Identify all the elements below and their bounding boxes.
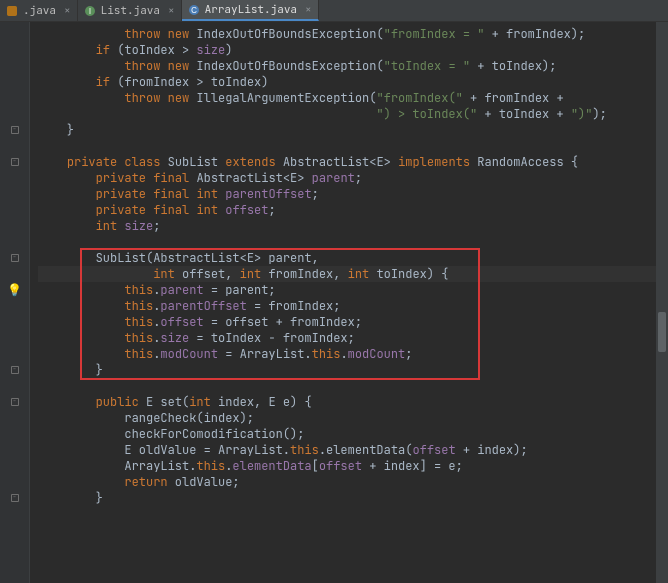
- gutter-line: -: [0, 490, 29, 506]
- code-line[interactable]: [38, 378, 668, 394]
- code-line[interactable]: private class SubList extends AbstractLi…: [38, 154, 668, 170]
- code-line[interactable]: private final int offset;: [38, 202, 668, 218]
- gutter-line: -: [0, 154, 29, 170]
- gutter: - - - 💡 - - -: [0, 22, 30, 583]
- intention-bulb-icon[interactable]: 💡: [7, 282, 22, 298]
- gutter-line: [0, 26, 29, 42]
- code-line[interactable]: E oldValue = ArrayList.this.elementData(…: [38, 442, 668, 458]
- fold-icon[interactable]: -: [11, 158, 19, 166]
- gutter-line: [0, 42, 29, 58]
- gutter-line: [0, 298, 29, 314]
- code-line[interactable]: if (fromIndex > toIndex): [38, 74, 668, 90]
- gutter-line: [0, 138, 29, 154]
- code-line[interactable]: ") > toIndex(" + toIndex + ")");: [38, 106, 668, 122]
- code-line[interactable]: int size;: [38, 218, 668, 234]
- gutter-line: -: [0, 362, 29, 378]
- scrollbar[interactable]: [656, 22, 668, 583]
- gutter-line: [0, 378, 29, 394]
- gutter-line: [0, 474, 29, 490]
- code-line[interactable]: this.modCount = ArrayList.this.modCount;: [38, 346, 668, 362]
- gutter-line: [0, 346, 29, 362]
- code-line[interactable]: }: [38, 122, 668, 138]
- code-line[interactable]: throw new IllegalArgumentException("from…: [38, 90, 668, 106]
- gutter-line: [0, 90, 29, 106]
- gutter-line: [0, 410, 29, 426]
- interface-icon: I: [84, 5, 96, 17]
- class-icon: C: [188, 4, 200, 16]
- code-area[interactable]: throw new IndexOutOfBoundsException("fro…: [30, 22, 668, 583]
- fold-icon[interactable]: -: [11, 366, 19, 374]
- tab-arraylist-java[interactable]: C ArrayList.java ×: [182, 0, 319, 21]
- fold-icon[interactable]: -: [11, 494, 19, 502]
- code-line[interactable]: this.parent = parent;: [38, 282, 668, 298]
- fold-icon[interactable]: -: [11, 126, 19, 134]
- scroll-thumb[interactable]: [658, 312, 666, 352]
- editor-tabs: .java × I List.java × C ArrayList.java ×: [0, 0, 668, 22]
- code-line[interactable]: throw new IndexOutOfBoundsException("fro…: [38, 26, 668, 42]
- gutter-line: [0, 330, 29, 346]
- code-line[interactable]: private final int parentOffset;: [38, 186, 668, 202]
- gutter-line: [0, 426, 29, 442]
- tab-label: List.java: [101, 4, 160, 18]
- gutter-line: -: [0, 250, 29, 266]
- close-icon[interactable]: ×: [64, 4, 71, 18]
- code-line[interactable]: int offset, int fromIndex, int toIndex) …: [38, 266, 668, 282]
- gutter-line: [0, 442, 29, 458]
- editor: - - - 💡 - - - throw new IndexOutOfBoundsExcept…: [0, 22, 668, 583]
- gutter-line: [0, 170, 29, 186]
- svg-text:I: I: [88, 7, 90, 16]
- code-line[interactable]: if (toIndex > size): [38, 42, 668, 58]
- gutter-line: [0, 266, 29, 282]
- code-line[interactable]: this.offset = offset + fromIndex;: [38, 314, 668, 330]
- code-line[interactable]: checkForComodification();: [38, 426, 668, 442]
- gutter-line: 💡: [0, 282, 29, 298]
- code-line[interactable]: return oldValue;: [38, 474, 668, 490]
- code-line[interactable]: this.size = toIndex - fromIndex;: [38, 330, 668, 346]
- gutter-line: [0, 218, 29, 234]
- fold-icon[interactable]: -: [11, 254, 19, 262]
- gutter-line: [0, 314, 29, 330]
- gutter-line: -: [0, 122, 29, 138]
- tab-list-java[interactable]: I List.java ×: [78, 0, 182, 21]
- fold-icon[interactable]: -: [11, 398, 19, 406]
- code-line[interactable]: ArrayList.this.elementData[offset + inde…: [38, 458, 668, 474]
- code-line[interactable]: [38, 138, 668, 154]
- code-line[interactable]: rangeCheck(index);: [38, 410, 668, 426]
- tab--java[interactable]: .java ×: [0, 0, 78, 21]
- gutter-line: [0, 74, 29, 90]
- code-line[interactable]: private final AbstractList<E> parent;: [38, 170, 668, 186]
- gutter-line: [0, 58, 29, 74]
- gutter-line: -: [0, 394, 29, 410]
- code-line[interactable]: SubList(AbstractList<E> parent,: [38, 250, 668, 266]
- code-line[interactable]: }: [38, 362, 668, 378]
- code-line[interactable]: this.parentOffset = fromIndex;: [38, 298, 668, 314]
- tab-label: ArrayList.java: [205, 3, 297, 17]
- gutter-line: [0, 202, 29, 218]
- close-icon[interactable]: ×: [305, 3, 312, 17]
- tab-label: .java: [23, 4, 56, 18]
- code-line[interactable]: [38, 234, 668, 250]
- gutter-line: [0, 458, 29, 474]
- gutter-line: [0, 186, 29, 202]
- close-icon[interactable]: ×: [168, 4, 175, 18]
- java-icon: [6, 5, 18, 17]
- code-line[interactable]: throw new IndexOutOfBoundsException("toI…: [38, 58, 668, 74]
- code-line[interactable]: public E set(int index, E e) {: [38, 394, 668, 410]
- svg-text:C: C: [191, 6, 197, 15]
- gutter-line: [0, 106, 29, 122]
- code-line[interactable]: }: [38, 490, 668, 506]
- gutter-line: [0, 234, 29, 250]
